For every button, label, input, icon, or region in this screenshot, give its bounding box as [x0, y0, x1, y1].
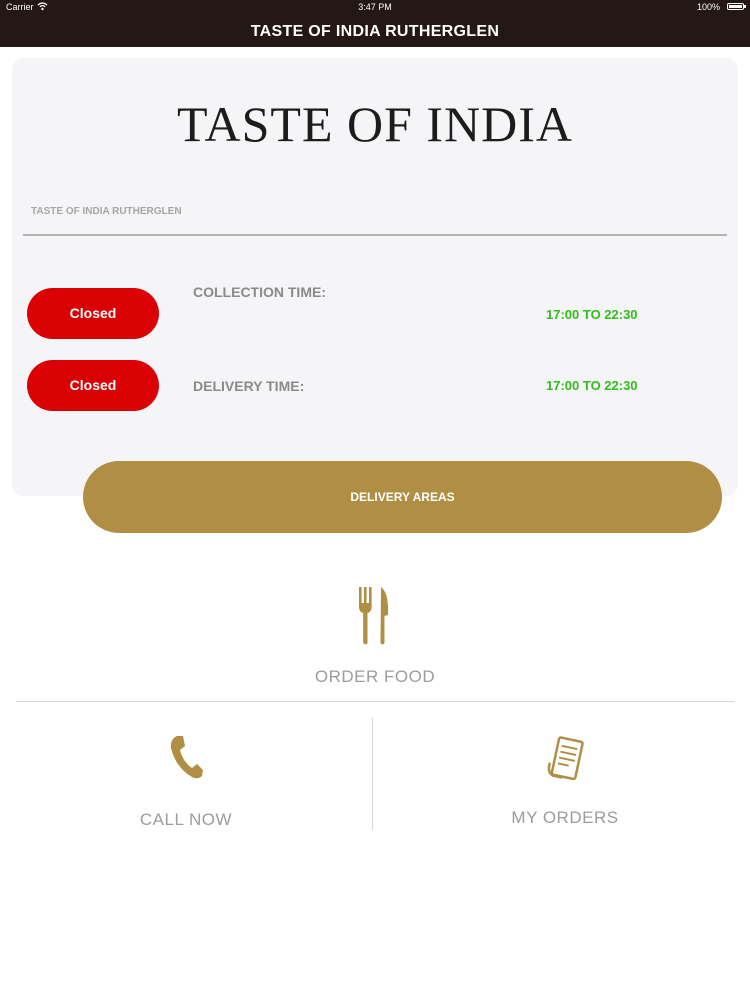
collection-time-value: 17:00 TO 22:30 — [546, 307, 638, 322]
delivery-status-badge: Closed — [27, 360, 159, 411]
my-orders-label: MY ORDERS — [511, 808, 619, 827]
nav-title: TASTE OF INDIA RUTHERGLEN — [0, 14, 750, 47]
collection-time-label: COLLECTION TIME: — [193, 284, 326, 300]
battery-icon — [727, 3, 746, 10]
battery-percent: 100% — [696, 2, 720, 12]
column-divider — [372, 718, 373, 830]
clock: 3:47 PM — [358, 2, 392, 12]
divider — [23, 234, 727, 236]
order-food-label: ORDER FOOD — [314, 667, 436, 686]
status-bar: Carrier 3:47 PM 100% — [0, 0, 750, 14]
delivery-time-value: 17:00 TO 22:30 — [546, 378, 638, 393]
section-divider — [16, 701, 734, 702]
brand-logo-text: TASTE OF INDIA — [176, 96, 574, 152]
collection-status-badge: Closed — [27, 288, 159, 339]
store-name: TASTE OF INDIA RUTHERGLEN — [31, 206, 182, 217]
fork-knife-icon — [357, 585, 391, 652]
order-food-button[interactable]: ORDER FOOD — [250, 575, 500, 693]
delivery-areas-button[interactable]: DELIVERY AREAS — [83, 461, 722, 533]
receipt-icon — [546, 736, 586, 787]
call-now-label: CALL NOW — [139, 810, 233, 829]
call-now-button[interactable]: CALL NOW — [16, 720, 356, 830]
my-orders-button[interactable]: MY ORDERS — [395, 720, 735, 830]
delivery-time-label: DELIVERY TIME: — [193, 378, 305, 394]
phone-icon — [168, 734, 204, 785]
